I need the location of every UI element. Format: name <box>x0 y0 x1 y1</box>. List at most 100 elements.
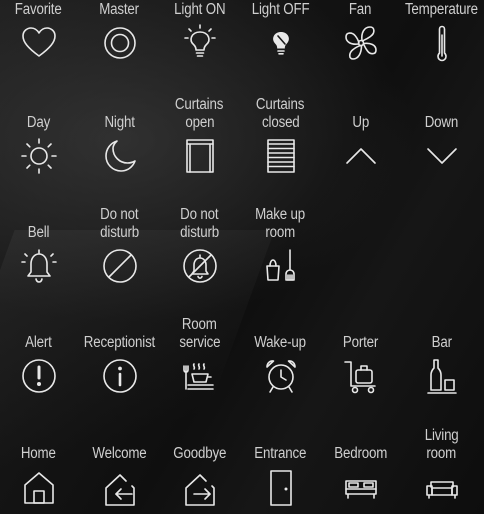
tile-light-off[interactable]: Light OFF <box>240 0 321 93</box>
tile-do-not-disturb-1[interactable]: Do not disturb <box>79 205 160 316</box>
tile-label: Do not <box>180 206 219 223</box>
tile-label: Temperature <box>405 0 478 18</box>
tile-label-wrap: Up <box>320 95 401 131</box>
tile-receptionist[interactable]: Receptionist <box>79 315 160 426</box>
tile-label-wrap: Temperature <box>401 0 482 18</box>
alert-icon <box>19 356 59 396</box>
tile-fan[interactable]: Fan <box>320 0 401 93</box>
tile-entrance[interactable]: Entrance <box>240 426 321 514</box>
tile-room-service[interactable]: Room service <box>159 315 240 426</box>
tile-label: Light OFF <box>251 0 310 18</box>
exit-house-icon <box>180 467 220 507</box>
tile-label-wrap: Welcome <box>79 426 160 462</box>
tile-label: Receptionist <box>83 333 156 351</box>
heart-icon <box>19 23 59 63</box>
tile-label-wrap: Do not disturb <box>159 205 240 241</box>
thermometer-icon <box>422 23 462 63</box>
tile-label: service <box>178 333 221 351</box>
tile-label-wrap: Home <box>0 426 79 462</box>
tile-bar[interactable]: Bar <box>401 315 482 426</box>
door-icon <box>261 467 301 507</box>
tile-label-wrap: Day <box>0 95 79 131</box>
tile-label: Goodbye <box>173 444 226 462</box>
bell-off-icon <box>180 246 220 286</box>
cleaning-icon <box>261 246 301 286</box>
bottle-glass-icon <box>422 356 462 396</box>
tile-living-room[interactable]: Living room <box>401 426 482 514</box>
tile-label-wrap: Light OFF <box>240 0 321 18</box>
tile-label: Down <box>424 113 459 131</box>
tile-bell[interactable]: Bell <box>0 205 79 316</box>
tile-do-not-disturb-2[interactable]: Do not disturb <box>159 205 240 316</box>
tile-curtains-open[interactable]: Curtains open <box>159 95 240 206</box>
tile-label-wrap: Favorite <box>0 0 79 18</box>
tile-label: Bar <box>431 333 452 351</box>
tile-label-wrap: Bedroom <box>320 426 401 462</box>
tile-label: Wake-up <box>254 333 307 351</box>
tile-favorite[interactable]: Favorite <box>0 0 79 93</box>
tile-welcome[interactable]: Welcome <box>79 426 160 514</box>
fan-icon <box>341 23 381 63</box>
tile-label-wrap: Fan <box>320 0 401 18</box>
tile-porter[interactable]: Porter <box>320 315 401 426</box>
alarm-clock-icon <box>261 356 301 396</box>
tile-label-wrap: Porter <box>320 315 401 351</box>
tile-label-wrap: Do not disturb <box>79 205 160 241</box>
curtains-closed-icon <box>261 136 301 176</box>
tile-label: Alert <box>25 333 52 351</box>
tile-label: room <box>426 444 457 462</box>
tile-label: Make up <box>255 206 306 223</box>
tile-label: Room <box>182 316 217 333</box>
tile-home[interactable]: Home <box>0 426 79 514</box>
tile-label: Day <box>26 113 51 131</box>
tile-label-wrap: Wake-up <box>240 315 321 351</box>
tile-label: Favorite <box>15 0 62 18</box>
tile-alert[interactable]: Alert <box>0 315 79 426</box>
tile-light-on[interactable]: Light ON <box>159 0 240 93</box>
bulb-on-icon <box>180 23 220 63</box>
tile-day[interactable]: Day <box>0 95 79 206</box>
curtains-open-icon <box>180 136 220 176</box>
tile-label: Curtains <box>256 96 305 113</box>
target-icon <box>100 23 140 63</box>
tile-label-wrap: Bell <box>0 205 79 241</box>
room-service-icon <box>180 356 220 396</box>
bed-icon <box>341 467 381 507</box>
tile-label-wrap: Receptionist <box>79 315 160 351</box>
tile-night[interactable]: Night <box>79 95 160 206</box>
tile-label-wrap: Curtains closed <box>240 95 321 131</box>
tile-label: Night <box>104 113 135 131</box>
home-icon <box>19 467 59 507</box>
tile-label: Bell <box>27 223 50 241</box>
tile-down[interactable]: Down <box>401 95 482 206</box>
tile-label-wrap: Living room <box>401 426 482 462</box>
info-icon <box>100 356 140 396</box>
tile-label-wrap: Night <box>79 95 160 131</box>
sun-icon <box>19 136 59 176</box>
tile-label: Do not <box>100 206 139 223</box>
tile-label: disturb <box>100 223 139 241</box>
tile-wake-up[interactable]: Wake-up <box>240 315 321 426</box>
tile-bedroom[interactable]: Bedroom <box>320 426 401 514</box>
tile-label: disturb <box>180 223 219 241</box>
sofa-icon <box>422 467 462 507</box>
tile-label: Up <box>352 113 369 131</box>
bell-icon <box>19 246 59 286</box>
tile-goodbye[interactable]: Goodbye <box>159 426 240 514</box>
tile-up[interactable]: Up <box>320 95 401 206</box>
tile-curtains-closed[interactable]: Curtains closed <box>240 95 321 206</box>
tile-label-wrap: Down <box>401 95 482 131</box>
tile-label: Entrance <box>254 444 307 462</box>
tile-label-wrap: Goodbye <box>159 426 240 462</box>
no-entry-icon <box>100 246 140 286</box>
tile-label-wrap: Make up room <box>240 205 321 241</box>
tile-label-wrap: Bar <box>401 315 482 351</box>
tile-label-wrap: Room service <box>159 315 240 351</box>
tile-make-up-room[interactable]: Make up room <box>240 205 321 316</box>
tile-temperature[interactable]: Temperature <box>401 0 482 93</box>
tile-label-wrap: Entrance <box>240 426 321 462</box>
tile-label: open <box>185 113 214 131</box>
tile-label: Welcome <box>92 444 147 462</box>
tile-master[interactable]: Master <box>79 0 160 93</box>
tile-label: Living <box>424 427 459 444</box>
